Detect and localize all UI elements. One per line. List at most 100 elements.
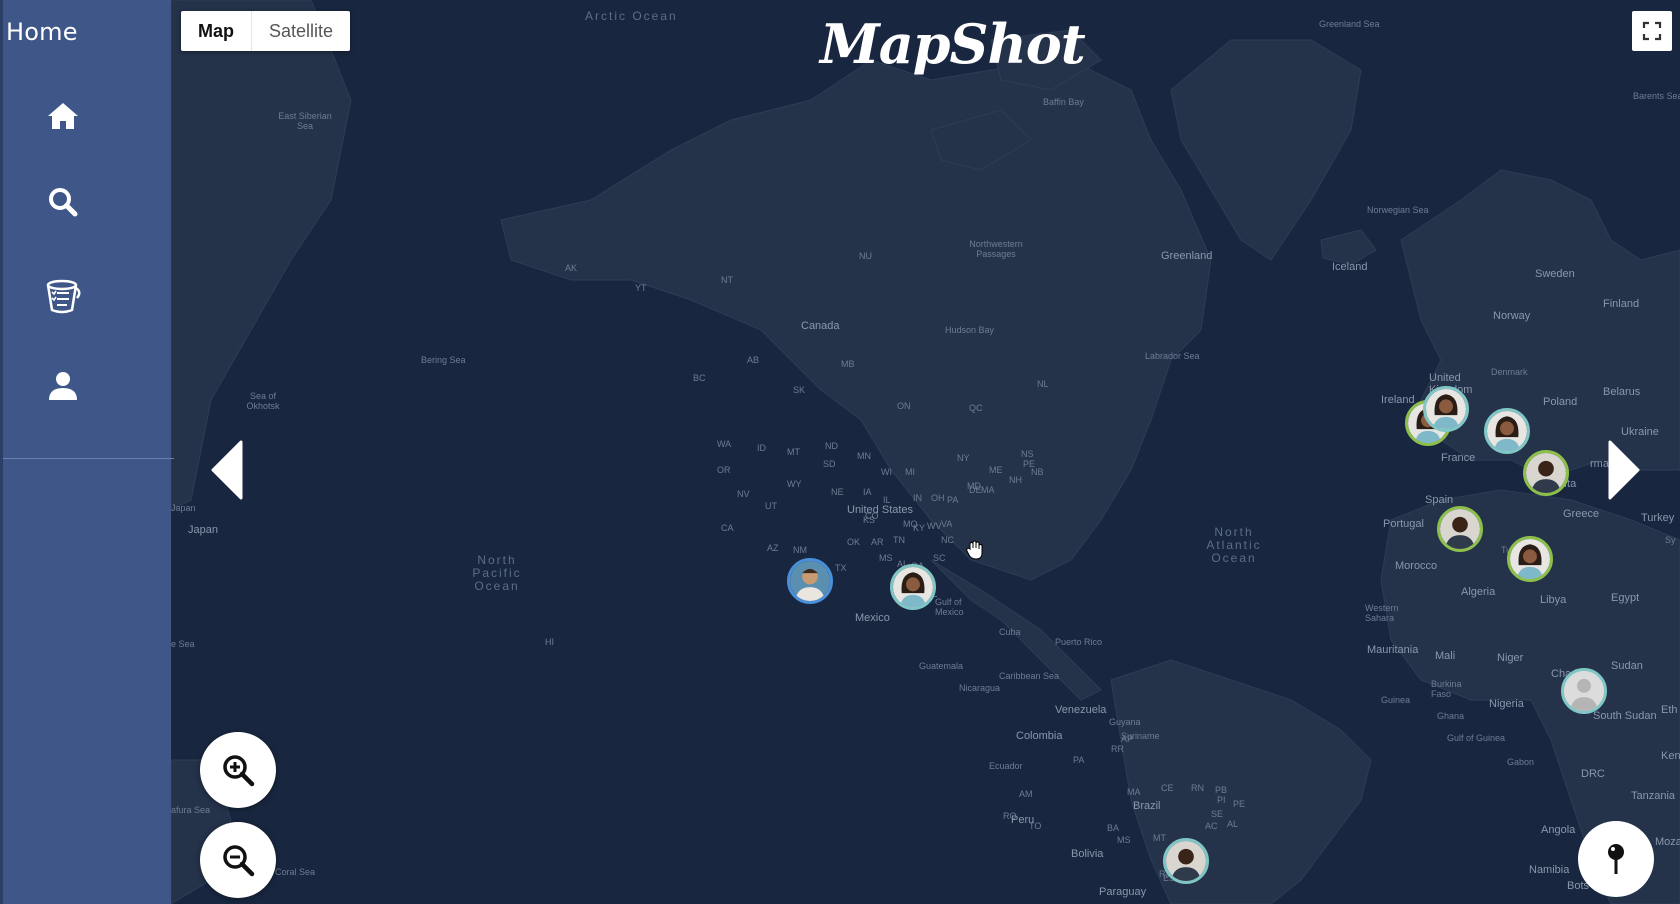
state-label: YT xyxy=(635,283,647,293)
marker-brazil-man[interactable] xyxy=(1163,838,1209,884)
label-norwegian-sea: Norwegian Sea xyxy=(1367,205,1429,215)
state-label: AR xyxy=(871,537,884,547)
marker-chad-placeholder[interactable] xyxy=(1561,668,1607,714)
label-mali: Mali xyxy=(1435,650,1456,662)
label-portugal: Portugal xyxy=(1383,518,1424,530)
state-label: AZ xyxy=(767,543,779,553)
label-barents-sea: Barents Sea xyxy=(1633,91,1680,101)
next-arrow-button[interactable] xyxy=(1606,440,1642,500)
label-japan-1: Japan xyxy=(171,503,196,513)
sidebar: Home xyxy=(0,0,174,904)
state-label: ID xyxy=(757,443,766,453)
map-canvas[interactable]: Arctic Ocean Greenland Sea Barents Sea B… xyxy=(171,0,1680,904)
state-label: WV xyxy=(927,521,942,531)
person-photo-icon xyxy=(1510,539,1550,579)
state-label: OR xyxy=(717,465,731,475)
label-norway: Norway xyxy=(1493,310,1531,322)
label-ethiopia: Eth xyxy=(1661,704,1678,716)
marker-italy-man[interactable] xyxy=(1523,450,1569,496)
marker-mexico-man[interactable] xyxy=(787,558,833,604)
marker-spain-man[interactable] xyxy=(1437,506,1483,552)
app-logo: MapShot xyxy=(820,12,1086,76)
label-kenya: Keny xyxy=(1661,750,1680,762)
fullscreen-button[interactable] xyxy=(1632,11,1672,51)
label-mozambique: Moza xyxy=(1655,836,1680,848)
state-label: NU xyxy=(859,251,872,261)
state-label: WY xyxy=(787,479,802,489)
label-bolivia: Bolivia xyxy=(1071,848,1104,860)
label-hi: HI xyxy=(545,637,554,647)
nav-profile-button[interactable] xyxy=(43,366,83,406)
map-type-satellite-button[interactable]: Satellite xyxy=(252,11,350,51)
zoom-in-button[interactable] xyxy=(200,732,276,808)
state-label: QC xyxy=(969,403,983,413)
nav-search-button[interactable] xyxy=(43,182,83,222)
nav-bucket-list-button[interactable] xyxy=(43,276,83,316)
zoom-out-button[interactable] xyxy=(200,822,276,898)
label-north-atlantic-ocean: North Atlantic Ocean xyxy=(1206,525,1262,566)
label-belarus: Belarus xyxy=(1603,386,1641,398)
state-label: NH xyxy=(1009,475,1022,485)
state-label: PE xyxy=(1233,799,1246,809)
state-label: AB xyxy=(747,355,760,365)
state-label: SK xyxy=(793,385,806,395)
label-egypt: Egypt xyxy=(1611,592,1640,604)
label-ireland: Ireland xyxy=(1381,394,1415,406)
default-avatar-icon xyxy=(1564,671,1604,711)
label-guyana: Guyana xyxy=(1109,717,1141,727)
label-ecuador: Ecuador xyxy=(989,761,1023,771)
marker-germany-woman[interactable] xyxy=(1484,408,1530,454)
label-venezuela: Venezuela xyxy=(1055,704,1107,716)
label-namibia: Namibia xyxy=(1529,864,1570,876)
label-western-sahara: Western Sahara xyxy=(1365,603,1399,623)
state-label: VA xyxy=(941,519,953,529)
marker-mexico-woman[interactable] xyxy=(890,564,936,610)
state-label: PE xyxy=(1023,459,1036,469)
marker-uk-woman-2[interactable] xyxy=(1423,386,1469,432)
state-label: PI xyxy=(1217,795,1226,805)
label-syria: Sy xyxy=(1665,535,1676,545)
previous-arrow-button[interactable] xyxy=(209,440,245,500)
label-niger: Niger xyxy=(1497,652,1524,664)
label-sea-of-okhotsk: Sea of Okhotsk xyxy=(246,391,280,411)
state-label: IA xyxy=(863,487,872,497)
label-coral-sea: Coral Sea xyxy=(275,867,316,877)
label-guinea: Guinea xyxy=(1381,695,1411,705)
label-tanzania: Tanzania xyxy=(1631,790,1676,802)
state-label: MT xyxy=(787,447,800,457)
state-label: AK xyxy=(565,263,578,273)
person-photo-icon xyxy=(1526,453,1566,493)
label-drc: DRC xyxy=(1581,768,1605,780)
state-label: BC xyxy=(693,373,706,383)
label-denmark: Denmark xyxy=(1491,367,1528,377)
map-pin-icon xyxy=(1608,844,1624,874)
label-turkey: Turkey xyxy=(1641,512,1675,524)
label-iceland: Iceland xyxy=(1332,261,1368,273)
label-paraguay: Paraguay xyxy=(1099,886,1147,898)
label-finland: Finland xyxy=(1603,298,1640,310)
state-label: ME xyxy=(989,465,1003,475)
state-label: NC xyxy=(941,535,954,545)
chevron-right-icon xyxy=(1608,440,1640,500)
label-gulf-of-mexico: Gulf of Mexico xyxy=(935,597,964,617)
state-label: IL xyxy=(883,495,891,505)
marker-tunisia-woman[interactable] xyxy=(1507,536,1553,582)
state-label: AL xyxy=(1227,819,1239,829)
state-label: RN xyxy=(1191,783,1204,793)
label-arctic-ocean: Arctic Ocean xyxy=(585,9,678,23)
state-label: AM xyxy=(1019,789,1033,799)
state-label: SC xyxy=(933,553,946,563)
label-colombia: Colombia xyxy=(1016,730,1063,742)
state-label: NY xyxy=(957,453,970,463)
label-nigeria: Nigeria xyxy=(1489,698,1524,710)
drop-pin-button[interactable] xyxy=(1578,821,1654,897)
person-photo-icon xyxy=(1440,509,1480,549)
label-mauritania: Mauritania xyxy=(1367,644,1419,656)
map-type-map-button[interactable]: Map xyxy=(181,11,252,51)
label-japan-2: Japan xyxy=(188,524,218,536)
state-label: MS xyxy=(879,553,893,563)
state-label: OH xyxy=(931,493,945,503)
hand-cursor-icon xyxy=(966,540,984,565)
state-label: MT xyxy=(1153,833,1166,843)
nav-home-button[interactable] xyxy=(43,96,83,136)
